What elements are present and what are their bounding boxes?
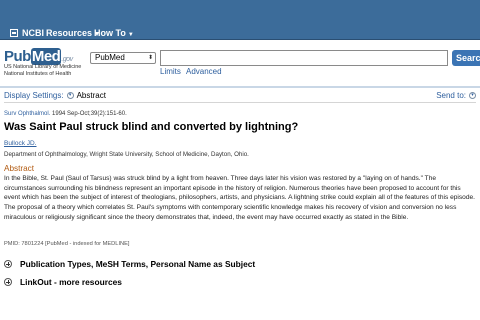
how-to-menu[interactable]: How To ▼ (94, 28, 134, 38)
article-title: Was Saint Paul struck blind and converte… (4, 121, 299, 133)
journal-link[interactable]: Surv Ophthalmol. (4, 111, 50, 117)
advanced-link[interactable]: Advanced (186, 67, 222, 76)
logo-med: Med (30, 48, 62, 65)
pmid-line: PMID: 7801224 [PubMed - indexed for MEDL… (4, 241, 130, 247)
abstract-text: In the Bible, St. Paul (Saul of Tarsus) … (4, 175, 476, 221)
caret-down-icon: ▼ (127, 32, 134, 38)
expander-label: Publication Types, MeSH Terms, Personal … (20, 259, 256, 269)
send-to-link[interactable]: Send to: (436, 91, 466, 100)
plus-icon (4, 260, 12, 268)
nlm-caption: US National Library of Medicine National… (4, 64, 81, 77)
abstract-heading: Abstract (4, 164, 35, 173)
ncbi-label: NCBI (22, 28, 44, 38)
display-settings-link[interactable]: Display Settings: (4, 91, 64, 100)
resources-label: Resources (46, 28, 93, 38)
display-settings: Display Settings: ▾ Abstract (4, 91, 106, 100)
author-affiliation: Department of Ophthalmology, Wright Stat… (4, 151, 249, 158)
logo-pub: Pub (4, 48, 31, 65)
logo-gov: .gov (61, 56, 73, 63)
plus-icon (4, 278, 12, 286)
chevron-down-icon[interactable]: ▾ (66, 92, 74, 99)
search-button[interactable]: Search (452, 50, 480, 66)
database-select-value: PubMed (95, 53, 125, 62)
send-to: Send to: ▾ (436, 91, 476, 100)
search-input[interactable] (160, 50, 448, 66)
citation: Surv Ophthalmol. 1994 Sep-Oct;39(2):151-… (4, 111, 127, 117)
ncbi-header-bar: NCBI Resources ▼ How To ▼ (0, 0, 480, 40)
citation-details: 1994 Sep-Oct;39(2):151-60. (50, 111, 127, 117)
expander-label: LinkOut - more resources (20, 277, 122, 287)
publication-types-expander[interactable]: Publication Types, MeSH Terms, Personal … (4, 259, 255, 269)
nlm-line-1: US National Library of Medicine (4, 64, 82, 70)
nlm-line-2: National Institutes of Health (4, 70, 72, 77)
how-to-label: How To (94, 28, 126, 38)
ncbi-logo-icon (10, 29, 18, 37)
select-arrows-icon: ⬍ (147, 55, 153, 61)
chevron-down-icon[interactable]: ▾ (469, 92, 476, 99)
display-format: Abstract (76, 91, 106, 100)
header-divider (0, 86, 480, 88)
pubmed-logo[interactable]: PubMed.gov (4, 48, 73, 65)
display-divider (4, 102, 476, 103)
linkout-expander[interactable]: LinkOut - more resources (4, 277, 122, 287)
resources-menu[interactable]: Resources ▼ (46, 28, 100, 38)
author-link[interactable]: Bullock JD. (4, 140, 37, 147)
limits-link[interactable]: Limits (160, 67, 181, 76)
ncbi-home-link[interactable]: NCBI (10, 28, 44, 38)
database-select[interactable]: PubMed ⬍ (90, 52, 156, 64)
